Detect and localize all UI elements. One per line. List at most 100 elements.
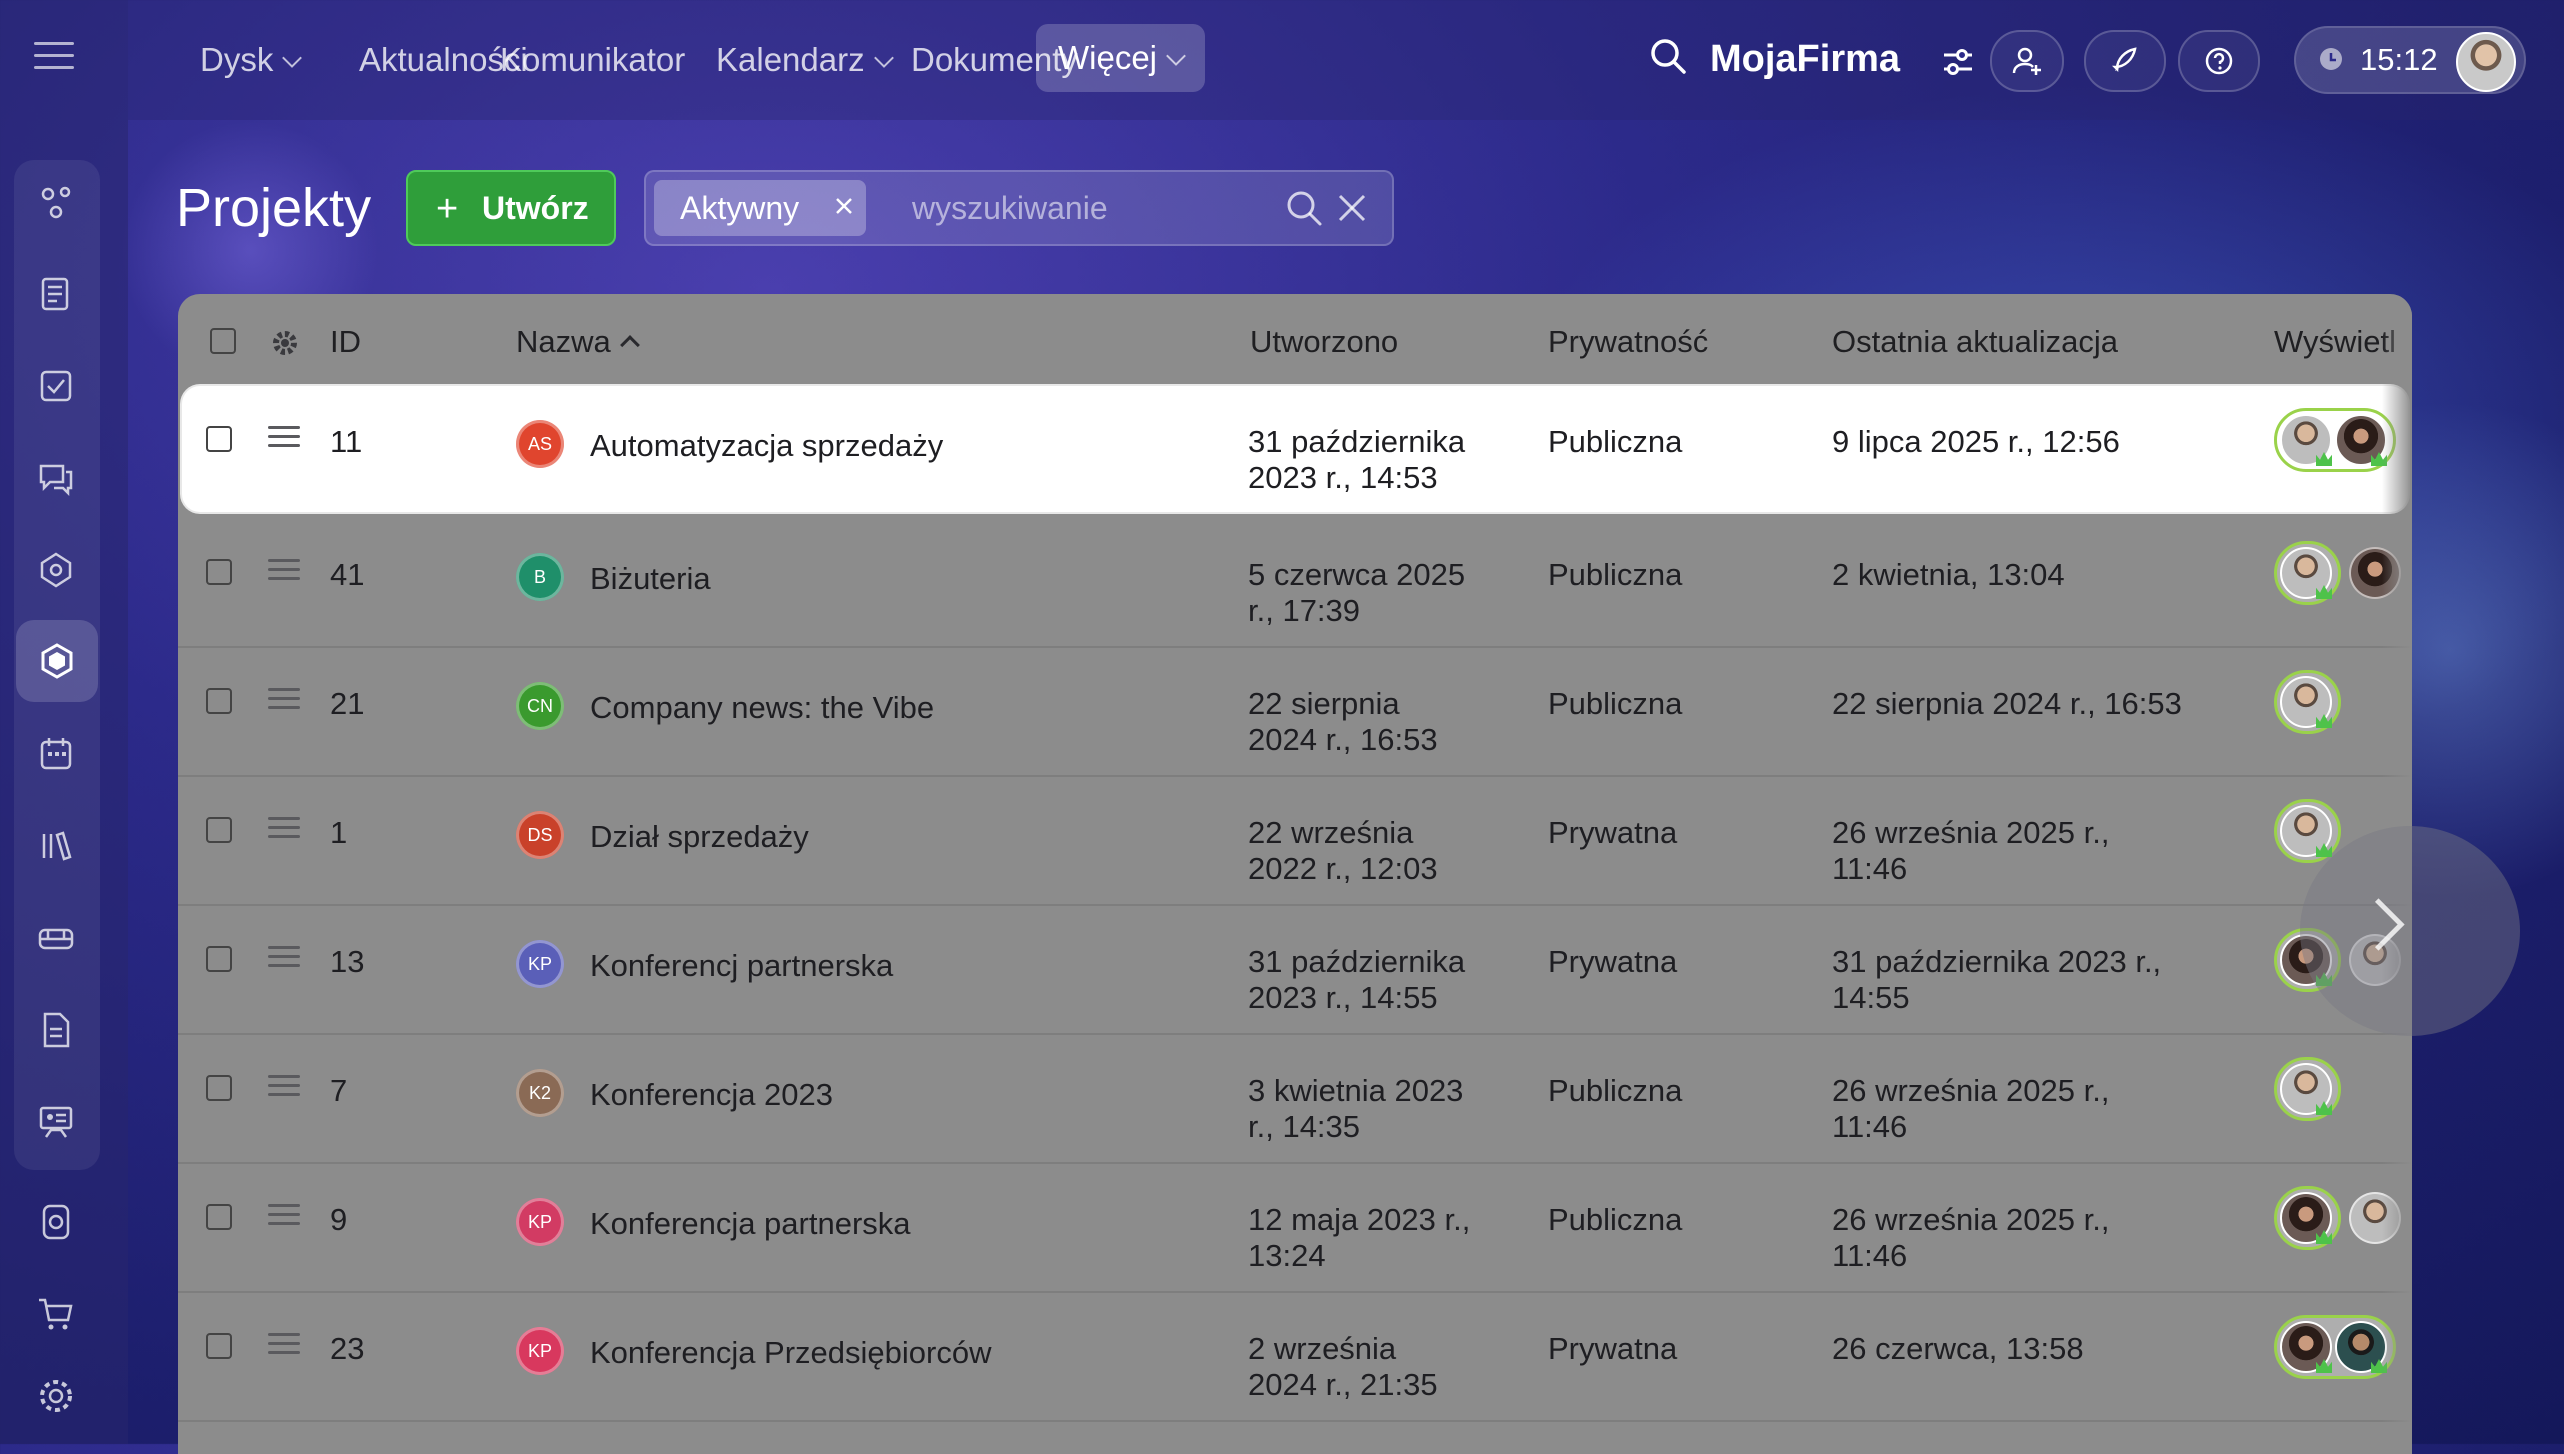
avatar[interactable]: [2280, 1192, 2332, 1244]
sidebar-documents-icon[interactable]: [30, 1004, 82, 1056]
avatar[interactable]: [2280, 676, 2332, 728]
table-row[interactable]: 23 KP Konferencja Przedsiębiorców 2 wrześni…: [178, 1293, 2412, 1422]
row-checkbox[interactable]: [206, 1204, 232, 1230]
sidebar-inventory-icon[interactable]: [30, 912, 82, 964]
company-name[interactable]: MojaFirma: [1710, 30, 1900, 88]
column-id[interactable]: ID: [330, 294, 361, 390]
filter-chip-active[interactable]: Aktywny: [654, 180, 866, 236]
row-id: 11: [330, 424, 363, 459]
row-checkbox[interactable]: [206, 426, 232, 452]
nav-item-0[interactable]: Dysk: [200, 30, 303, 90]
search-icon[interactable]: [1284, 188, 1324, 228]
project-name-link[interactable]: Automatyzacja sprzedaży: [590, 428, 943, 464]
worktime-clock[interactable]: 15:12: [2294, 26, 2526, 94]
members-avatars[interactable]: [2274, 1057, 2341, 1121]
members-avatars[interactable]: [2274, 1315, 2396, 1379]
drag-handle-icon[interactable]: [268, 1204, 300, 1230]
avatar[interactable]: [2335, 414, 2387, 466]
sidebar-projects-icon[interactable]: [16, 620, 98, 702]
privacy-value: Publiczna: [1548, 557, 1683, 592]
table-row[interactable]: 7 K2 Konferencja 2023 3 kwietnia 2023 r., 14…: [178, 1035, 2412, 1164]
help-button[interactable]: [2178, 30, 2260, 92]
avatar[interactable]: [2280, 547, 2332, 599]
drag-handle-icon[interactable]: [268, 817, 300, 843]
sliders-icon[interactable]: [1940, 44, 1976, 80]
scroll-right-button[interactable]: [2300, 826, 2520, 1036]
sidebar-training-icon[interactable]: [30, 1096, 82, 1148]
documents-icon: [43, 1012, 70, 1048]
row-checkbox[interactable]: [206, 688, 232, 714]
column-name[interactable]: Nazwa: [516, 294, 640, 390]
sidebar-calendar-icon[interactable]: [30, 728, 82, 780]
nav-item-5[interactable]: Więcej: [1036, 24, 1206, 92]
drag-handle-icon[interactable]: [268, 426, 300, 452]
table-row[interactable]: 21 CN Company news: the Vibe 22 sierpnia 202…: [178, 648, 2412, 777]
column-privacy[interactable]: Prywatność: [1548, 294, 1708, 390]
drag-handle-icon[interactable]: [268, 1333, 300, 1359]
settings-icon: [40, 1380, 72, 1412]
nav-item-3[interactable]: Kalendarz: [716, 30, 894, 90]
updated-date: 26 września 2025 r., 11:46: [1832, 1073, 2110, 1144]
row-checkbox[interactable]: [206, 946, 232, 972]
project-name-link[interactable]: Company news: the Vibe: [590, 690, 934, 726]
created-date: 31 października 2023 r., 14:53: [1248, 424, 1466, 495]
row-checkbox[interactable]: [206, 559, 232, 585]
row-checkbox[interactable]: [206, 1075, 232, 1101]
clock-time: 15:12: [2360, 42, 2438, 77]
members-avatars[interactable]: [2274, 799, 2341, 863]
sidebar-knowledge-icon[interactable]: [30, 820, 82, 872]
avatar[interactable]: [2280, 1321, 2332, 1373]
table-row[interactable]: 1 DS Dział sprzedaży 22 września 2022 r., 12…: [178, 777, 2412, 906]
nav-item-2[interactable]: Komunikator: [500, 30, 685, 90]
table-row[interactable]: 41 B Biżuteria 5 czerwca 2025 r., 17:39 Publi…: [178, 519, 2412, 648]
remove-filter-icon[interactable]: [832, 194, 856, 218]
launch-button[interactable]: [2084, 30, 2166, 92]
avatar[interactable]: [2280, 1063, 2332, 1115]
gear-icon[interactable]: [268, 326, 302, 360]
project-name-link[interactable]: Dział sprzedaży: [590, 819, 809, 855]
avatar[interactable]: [2335, 1321, 2387, 1373]
project-name-link[interactable]: Konferencja 2023: [590, 1077, 833, 1113]
clear-search-icon[interactable]: [1334, 190, 1370, 226]
crown-icon: [2316, 452, 2332, 466]
sidebar-feed-icon[interactable]: [30, 268, 82, 320]
drag-handle-icon[interactable]: [268, 1075, 300, 1101]
column-updated[interactable]: Ostatnia aktualizacja: [1832, 294, 2118, 390]
sidebar-chat-icon[interactable]: [30, 452, 82, 504]
avatar[interactable]: [2280, 414, 2332, 466]
project-name-link[interactable]: Konferencj partnerska: [590, 948, 893, 984]
invite-user-button[interactable]: [1990, 30, 2064, 92]
sidebar-tasks-icon[interactable]: [30, 360, 82, 412]
column-created[interactable]: Utworzono: [1250, 294, 1398, 390]
sidebar-workflow-icon[interactable]: [30, 1196, 82, 1248]
hamburger-menu-icon[interactable]: [34, 42, 74, 72]
table-row[interactable]: 11 AS Automatyzacja sprzedaży 31 październi…: [182, 386, 2408, 512]
crown-icon: [2316, 1101, 2332, 1115]
chevron-right-icon: [2352, 898, 2405, 951]
table-row[interactable]: 13 KP Konferencj partnerska 31 października…: [178, 906, 2412, 1035]
members-avatars[interactable]: [2274, 670, 2341, 734]
search-input[interactable]: wyszukiwanie: [912, 172, 1108, 244]
user-avatar[interactable]: [2456, 32, 2516, 92]
project-avatar-icon: CN: [516, 682, 564, 730]
drag-handle-icon[interactable]: [268, 946, 300, 972]
search-icon[interactable]: [1648, 36, 1688, 76]
avatar[interactable]: [2280, 805, 2332, 857]
sidebar-crm-icon[interactable]: [30, 176, 82, 228]
row-checkbox[interactable]: [206, 817, 232, 843]
create-project-button[interactable]: + Utwórz: [406, 170, 616, 246]
sidebar-sites-icon[interactable]: [30, 544, 82, 596]
sidebar-settings-icon[interactable]: [30, 1370, 82, 1422]
project-name-link[interactable]: Konferencja Przedsiębiorców: [590, 1335, 992, 1371]
table-row[interactable]: 9 KP Konferencja partnerska 12 maja 2023 r.…: [178, 1164, 2412, 1293]
project-name-link[interactable]: Biżuteria: [590, 561, 711, 597]
members-avatars[interactable]: [2274, 408, 2396, 472]
column-viewed[interactable]: Wyświetl: [2274, 294, 2396, 390]
drag-handle-icon[interactable]: [268, 688, 300, 714]
drag-handle-icon[interactable]: [268, 559, 300, 585]
row-checkbox[interactable]: [206, 1333, 232, 1359]
sidebar-cart-icon[interactable]: [30, 1288, 82, 1340]
search-filter-box[interactable]: Aktywny wyszukiwanie: [644, 170, 1394, 246]
project-name-link[interactable]: Konferencja partnerska: [590, 1206, 911, 1242]
select-all-checkbox[interactable]: [210, 328, 236, 354]
